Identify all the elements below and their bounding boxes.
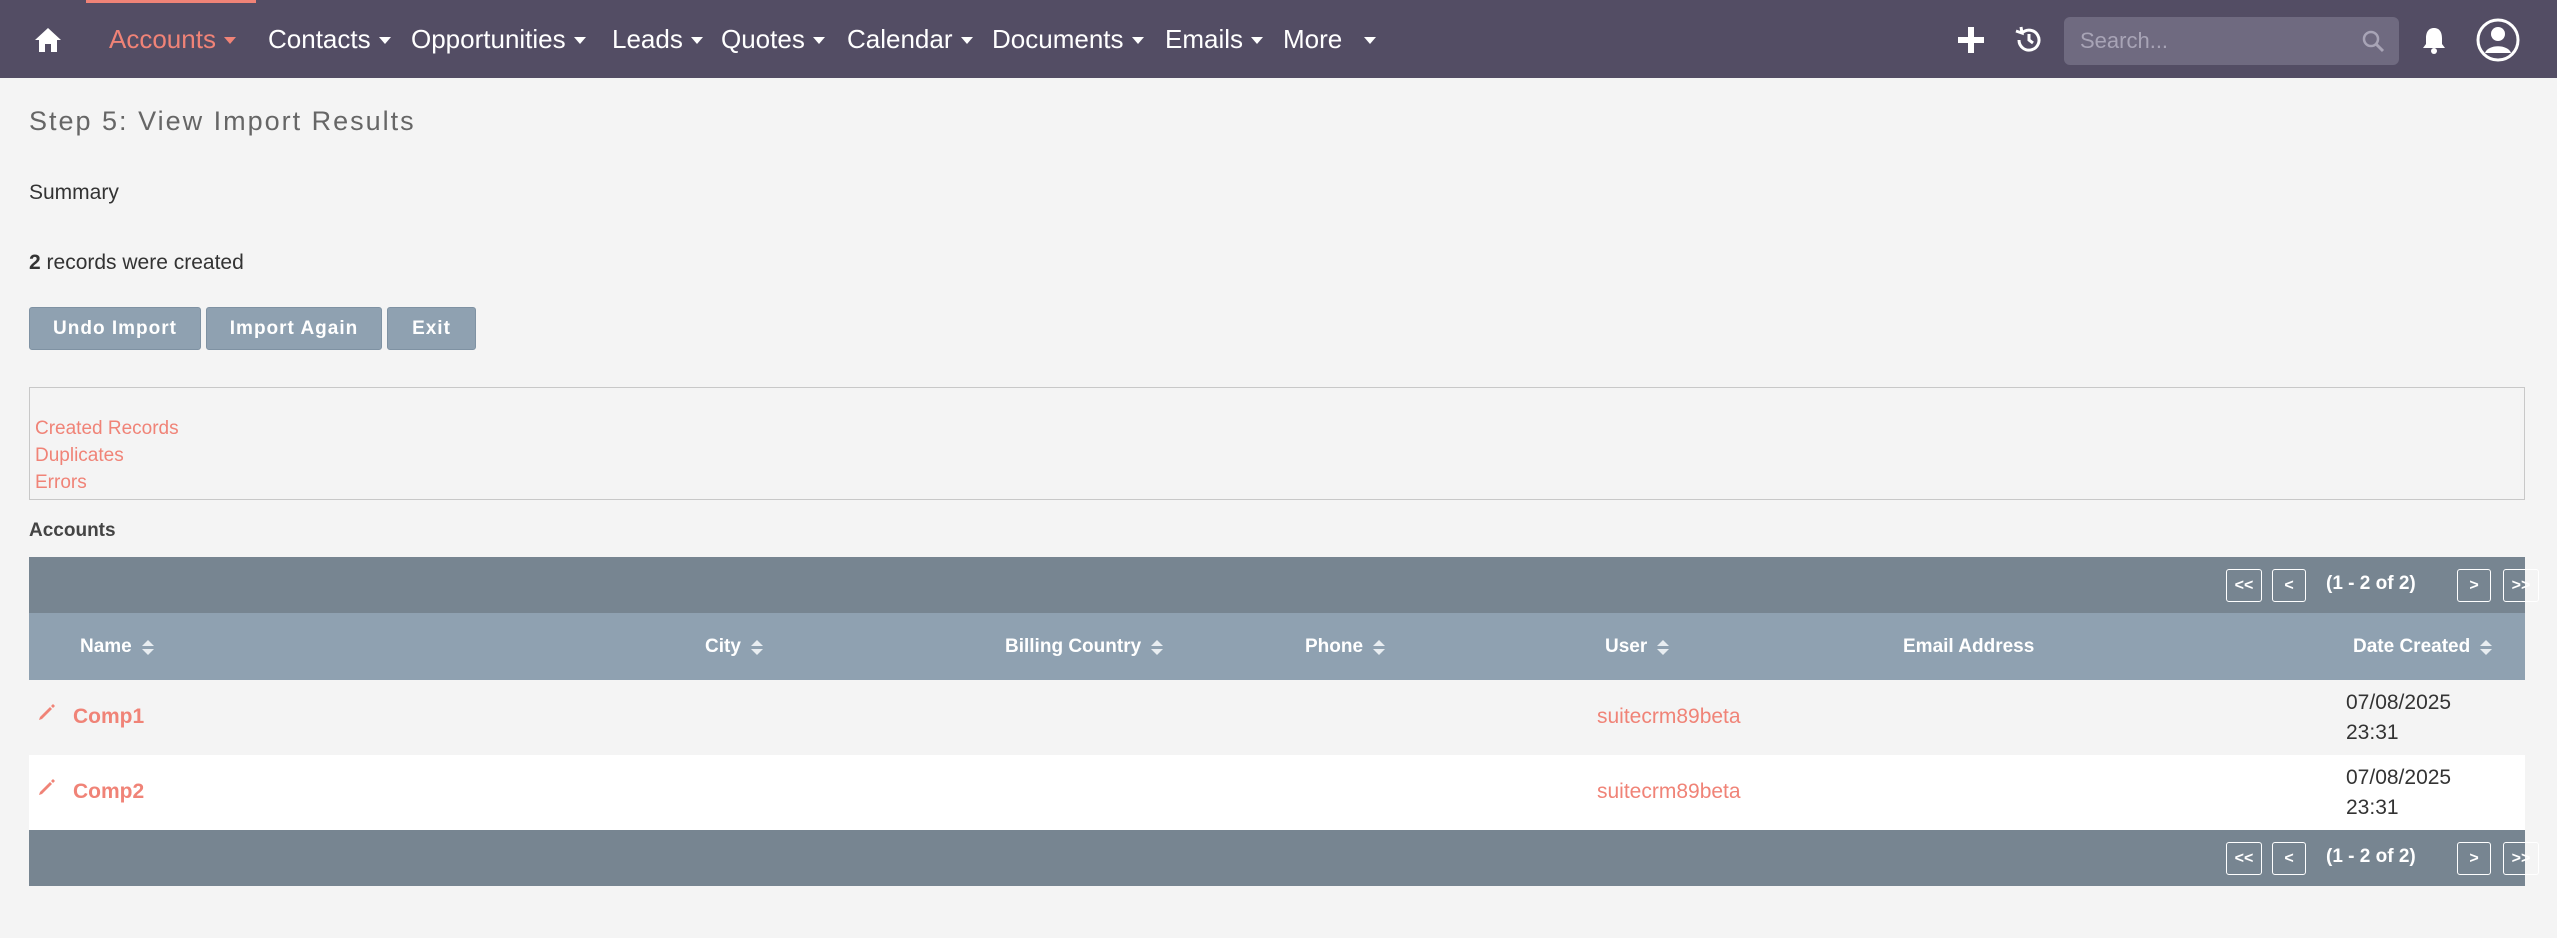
records-created-summary: 2 records were created: [29, 251, 244, 275]
records-text: records were created: [40, 251, 244, 274]
date-created-time: 23:31: [2346, 721, 2399, 744]
column-header-email-address: Email Address: [1903, 636, 2034, 658]
nav-documents-label: Documents: [992, 23, 1124, 54]
table-header-row: Name City Billing Country Phone User Ema…: [29, 613, 2525, 680]
records-count: 2: [29, 251, 41, 274]
chevron-down-icon: [960, 37, 973, 44]
home-icon[interactable]: [28, 22, 68, 58]
user-avatar-icon[interactable]: [2474, 16, 2522, 64]
table-row: Comp2 suitecrm89beta 07/08/2025 23:31: [29, 755, 2525, 830]
prev-page-button[interactable]: <: [2272, 842, 2306, 875]
pagination-text: (1 - 2 of 2): [2326, 573, 2416, 594]
account-name-link[interactable]: Comp1: [73, 705, 144, 729]
column-header-billing-country[interactable]: Billing Country: [1005, 636, 1164, 658]
date-created-time: 23:31: [2346, 796, 2399, 819]
column-label: Email Address: [1903, 636, 2035, 657]
sort-icon: [141, 639, 154, 655]
nav-contacts-label: Contacts: [268, 23, 371, 54]
nav-opportunities[interactable]: Opportunities: [411, 0, 586, 78]
nav-calendar-label: Calendar: [847, 23, 953, 54]
summary-label: Summary: [29, 181, 119, 204]
search-icon[interactable]: [2361, 29, 2385, 53]
first-page-button[interactable]: <<: [2226, 569, 2262, 602]
import-results-tabs: Created Records Duplicates Errors: [29, 387, 2525, 500]
column-label: Phone: [1305, 636, 1364, 657]
undo-import-button[interactable]: Undo Import: [29, 307, 201, 350]
table-row: Comp1 suitecrm89beta 07/08/2025 23:31: [29, 680, 2525, 755]
nav-calendar[interactable]: Calendar: [847, 0, 973, 78]
first-page-button[interactable]: <<: [2226, 842, 2262, 875]
plus-icon[interactable]: [1953, 22, 1989, 58]
sort-icon: [750, 639, 763, 655]
chevron-down-icon: [690, 37, 703, 44]
pencil-icon[interactable]: [37, 702, 57, 722]
nav-leads[interactable]: Leads: [612, 0, 703, 78]
nav-contacts[interactable]: Contacts: [268, 0, 391, 78]
top-navigation-bar: Accounts Contacts Opportunities Leads Qu…: [0, 0, 2557, 78]
chevron-down-icon: [1364, 37, 1377, 44]
exit-button[interactable]: Exit: [387, 307, 476, 350]
pencil-icon[interactable]: [37, 777, 57, 797]
module-label: Accounts: [29, 520, 116, 541]
last-page-button[interactable]: >>: [2503, 569, 2539, 602]
column-label: User: [1605, 636, 1648, 657]
column-header-user[interactable]: User: [1605, 636, 1670, 658]
sort-icon: [1373, 639, 1386, 655]
column-header-name[interactable]: Name: [80, 636, 154, 658]
column-label: Name: [80, 636, 132, 657]
column-label: Billing Country: [1005, 636, 1142, 657]
nav-quotes-label: Quotes: [721, 23, 805, 54]
sort-icon: [1657, 639, 1670, 655]
nav-documents[interactable]: Documents: [992, 0, 1144, 78]
import-again-button[interactable]: Import Again: [206, 307, 382, 350]
nav-accounts[interactable]: Accounts: [109, 0, 236, 78]
nav-emails[interactable]: Emails: [1165, 0, 1264, 78]
nav-emails-label: Emails: [1165, 23, 1244, 54]
prev-page-button[interactable]: <: [2272, 569, 2306, 602]
chevron-down-icon: [1131, 37, 1144, 44]
date-created: 07/08/2025 23:31: [2346, 763, 2451, 823]
next-page-button[interactable]: >: [2457, 842, 2491, 875]
history-icon[interactable]: [2011, 22, 2047, 58]
chevron-down-icon: [812, 37, 825, 44]
last-page-button[interactable]: >>: [2503, 842, 2539, 875]
column-header-city[interactable]: City: [705, 636, 763, 658]
page-title: Step 5: View Import Results: [29, 106, 416, 136]
sort-icon: [2480, 639, 2493, 655]
nav-more[interactable]: More: [1283, 0, 1377, 78]
column-header-phone[interactable]: Phone: [1305, 636, 1386, 658]
chevron-down-icon: [223, 37, 236, 44]
pagination-text: (1 - 2 of 2): [2326, 846, 2416, 867]
search-box[interactable]: [2064, 17, 2399, 65]
date-created-date: 07/08/2025: [2346, 691, 2452, 714]
tab-created-records[interactable]: Created Records: [35, 418, 179, 440]
search-input[interactable]: [2064, 17, 2399, 65]
chevron-down-icon: [1251, 37, 1264, 44]
column-label: Date Created: [2353, 636, 2471, 657]
nav-accounts-label: Accounts: [109, 23, 216, 54]
nav-opportunities-label: Opportunities: [411, 23, 566, 54]
pagination-bar-top: << < (1 - 2 of 2) > >>: [29, 557, 2539, 613]
date-created: 07/08/2025 23:31: [2346, 688, 2451, 748]
chevron-down-icon: [573, 37, 586, 44]
user-link[interactable]: suitecrm89beta: [1597, 780, 1741, 804]
tab-errors[interactable]: Errors: [35, 472, 87, 494]
date-created-date: 07/08/2025: [2346, 766, 2452, 789]
column-header-date-created[interactable]: Date Created: [2353, 636, 2493, 658]
next-page-button[interactable]: >: [2457, 569, 2491, 602]
user-link[interactable]: suitecrm89beta: [1597, 705, 1741, 729]
nav-leads-label: Leads: [612, 23, 683, 54]
nav-more-label: More: [1283, 23, 1343, 54]
tab-duplicates[interactable]: Duplicates: [35, 445, 124, 467]
bell-icon[interactable]: [2416, 22, 2452, 58]
sort-icon: [1151, 639, 1164, 655]
account-name-link[interactable]: Comp2: [73, 780, 144, 804]
chevron-down-icon: [378, 37, 391, 44]
column-label: City: [705, 636, 741, 657]
nav-quotes[interactable]: Quotes: [721, 0, 825, 78]
pagination-bar-bottom: << < (1 - 2 of 2) > >>: [29, 830, 2539, 886]
